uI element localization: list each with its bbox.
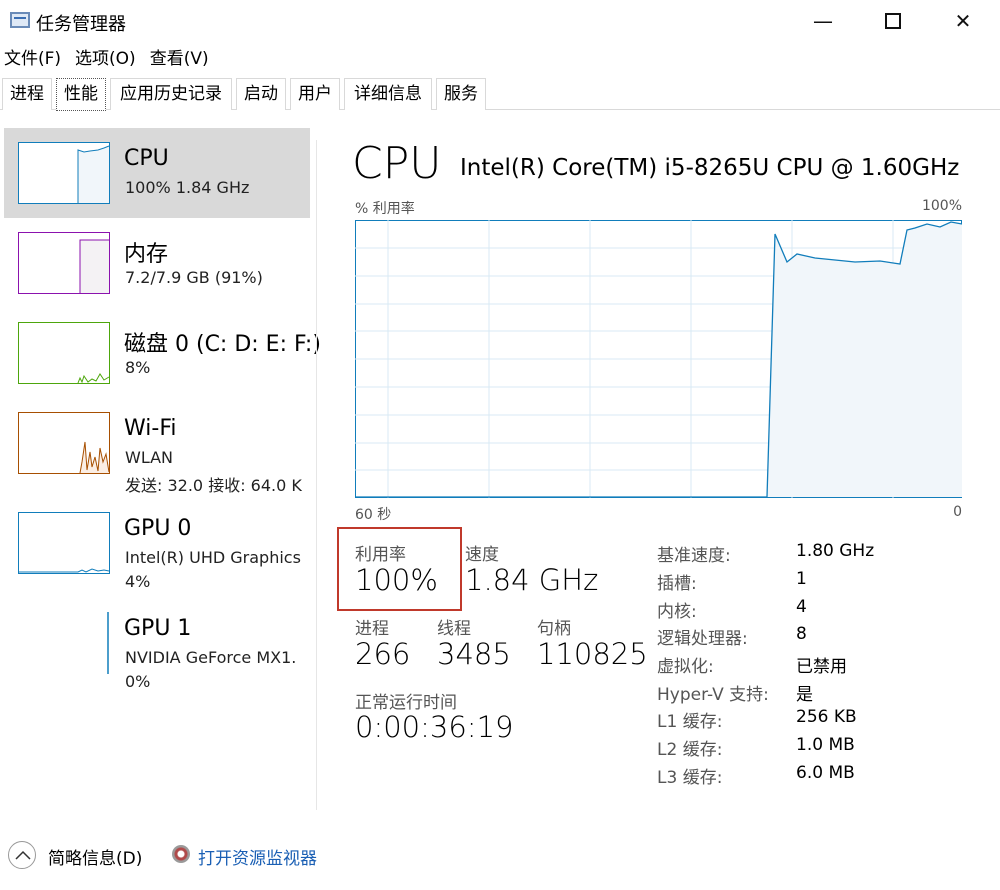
- tab-users[interactable]: 用户: [290, 78, 340, 110]
- tab-processes[interactable]: 进程: [2, 78, 52, 110]
- sidebar-item-label: CPU: [124, 146, 169, 171]
- graph-fill: [767, 222, 962, 497]
- close-button[interactable]: ✕: [940, 4, 986, 38]
- utilization-value: 100%: [355, 563, 438, 597]
- tab-startup[interactable]: 启动: [236, 78, 286, 110]
- spec-value: 256 KB: [796, 707, 857, 727]
- sidebar-item-memory[interactable]: 内存 7.2/7.9 GB (91%): [4, 218, 310, 308]
- cpu-utilization-graph: [355, 220, 962, 498]
- sidebar-item-gpu1[interactable]: GPU 1 NVIDIA GeForce MX1. 0%: [4, 598, 310, 691]
- sidebar-item-label: Wi-Fi: [124, 416, 177, 441]
- page-title: CPU: [352, 138, 442, 189]
- graph-x-right-label: 0: [953, 504, 962, 520]
- spec-label: 内核:: [657, 602, 697, 622]
- sidebar-item-detail: Intel(R) UHD Graphics: [125, 548, 301, 567]
- speed-label: 速度: [465, 545, 499, 565]
- spec-label: L1 缓存:: [657, 712, 723, 732]
- menu-bar: 文件(F) 选项(O) 查看(V): [0, 44, 209, 70]
- spec-label: 插槽:: [657, 574, 697, 594]
- menu-options[interactable]: 选项(O): [75, 44, 136, 70]
- sidebar-item-label: 磁盘 0 (C: D: E: F:): [124, 332, 321, 357]
- sidebar-item-cpu[interactable]: CPU 100% 1.84 GHz: [4, 128, 310, 218]
- chevron-up-icon: [15, 850, 31, 860]
- minimize-button[interactable]: —: [800, 4, 846, 38]
- spec-label: L2 缓存:: [657, 740, 723, 760]
- tab-services[interactable]: 服务: [436, 78, 486, 110]
- collapse-details-button[interactable]: [8, 841, 36, 869]
- sidebar-item-detail-2: 发送: 32.0 接收: 64.0 K: [125, 476, 302, 495]
- sidebar-item-detail-2: 4%: [125, 572, 151, 591]
- footer-bar: 简略信息(D) 打开资源监视器: [0, 830, 1000, 880]
- processes-value: 266: [355, 637, 411, 671]
- panel-divider: [316, 140, 317, 810]
- spec-value: 1.80 GHz: [796, 541, 875, 561]
- sidebar-item-gpu0[interactable]: GPU 0 Intel(R) UHD Graphics 4%: [4, 498, 310, 591]
- sidebar-item-detail: WLAN: [125, 448, 174, 467]
- handles-value: 110825: [537, 637, 648, 671]
- sidebar-item-detail: 100% 1.84 GHz: [125, 178, 250, 197]
- spec-label: 逻辑处理器:: [657, 629, 748, 649]
- tab-app-history[interactable]: 应用历史记录: [110, 78, 232, 110]
- tab-strip: 进程 性能 应用历史记录 启动 用户 详细信息 服务: [0, 78, 1000, 111]
- gpu1-thumbnail-graph: [18, 612, 110, 674]
- wifi-thumbnail-graph: [18, 412, 110, 474]
- spec-value: 已禁用: [796, 657, 847, 677]
- sidebar-item-label: GPU 1: [124, 616, 192, 641]
- menu-view[interactable]: 查看(V): [150, 44, 209, 70]
- spec-label: 基准速度:: [657, 546, 731, 566]
- sidebar-item-detail: NVIDIA GeForce MX1.: [125, 648, 297, 667]
- cpu-model-name: Intel(R) Core(TM) i5-8265U CPU @ 1.60GHz: [460, 155, 960, 181]
- resource-list: CPU 100% 1.84 GHz 内存 7.2/7.9 GB (91%) 磁盘…: [0, 116, 321, 816]
- maximize-button[interactable]: [870, 4, 916, 38]
- gpu0-thumbnail-graph: [18, 512, 110, 574]
- sidebar-item-wifi[interactable]: Wi-Fi WLAN 发送: 32.0 接收: 64.0 K: [4, 398, 310, 495]
- graph-x-left-label: 60 秒: [355, 507, 392, 523]
- sidebar-item-label: GPU 0: [124, 516, 192, 541]
- spec-value: 6.0 MB: [796, 763, 855, 783]
- uptime-value: 0:00:36:19: [355, 710, 514, 744]
- spec-value: 是: [796, 685, 813, 705]
- speed-value: 1.84 GHz: [465, 563, 599, 597]
- cpu-thumbnail-graph: [18, 142, 110, 204]
- spec-value: 1.0 MB: [796, 735, 855, 755]
- threads-value: 3485: [437, 637, 511, 671]
- sidebar-item-detail: 8%: [125, 358, 151, 377]
- title-bar: 任务管理器 — ✕: [0, 0, 1000, 42]
- graph-y-label: % 利用率: [355, 201, 415, 217]
- spec-value: 1: [796, 569, 807, 589]
- spec-value: 8: [796, 624, 807, 644]
- sidebar-item-detail-2: 0%: [125, 672, 151, 691]
- graph-y-max-label: 100%: [921, 198, 962, 214]
- open-resource-monitor-link[interactable]: 打开资源监视器: [198, 844, 317, 869]
- maximize-icon: [885, 13, 901, 29]
- spec-value: 4: [796, 597, 807, 617]
- spec-label: Hyper-V 支持:: [657, 685, 769, 705]
- spec-label: L3 缓存:: [657, 768, 723, 788]
- utilization-label: 利用率: [355, 545, 406, 565]
- processes-label: 进程: [355, 619, 389, 639]
- tab-performance[interactable]: 性能: [56, 78, 106, 111]
- menu-file[interactable]: 文件(F): [4, 44, 61, 70]
- threads-label: 线程: [437, 619, 471, 639]
- disk-thumbnail-graph: [18, 322, 110, 384]
- spec-label: 虚拟化:: [657, 657, 714, 677]
- sidebar-item-label: 内存: [124, 242, 169, 267]
- memory-thumbnail-graph: [18, 232, 110, 294]
- sidebar-item-disk[interactable]: 磁盘 0 (C: D: E: F:) 8%: [4, 308, 321, 398]
- brief-info-label[interactable]: 简略信息(D): [48, 844, 142, 869]
- task-manager-app-icon: [10, 12, 30, 28]
- window-title: 任务管理器: [36, 14, 126, 35]
- sidebar-item-detail: 7.2/7.9 GB (91%): [125, 268, 263, 287]
- resource-monitor-icon[interactable]: [172, 845, 190, 863]
- handles-label: 句柄: [537, 619, 571, 639]
- tab-details[interactable]: 详细信息: [344, 78, 432, 110]
